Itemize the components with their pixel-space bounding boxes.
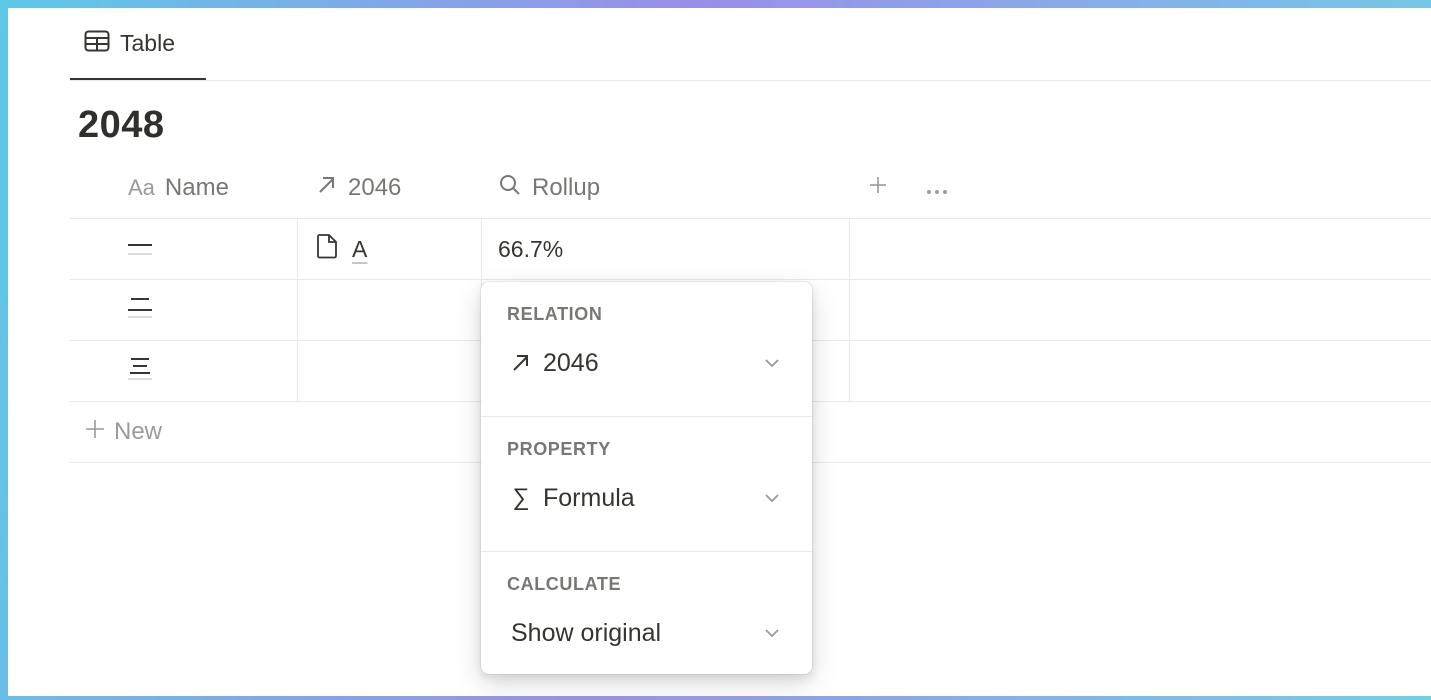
table-row[interactable]: A 66.7% — [70, 219, 1431, 280]
text-type-icon: Aa — [128, 175, 155, 200]
section-label: PROPERTY — [507, 439, 611, 459]
add-property-button[interactable] — [868, 158, 888, 218]
relation-select-value: 2046 — [543, 348, 599, 377]
database-title[interactable]: 2048 — [78, 104, 165, 147]
relation-cell[interactable]: A — [316, 219, 367, 279]
three-lines-icon — [128, 356, 154, 386]
column-header-label: 2046 — [348, 174, 402, 201]
arrow-up-right-icon — [499, 352, 543, 374]
table-icon — [84, 30, 110, 57]
chevron-down-icon — [764, 490, 780, 508]
section-label: CALCULATE — [507, 574, 622, 594]
view-tab-bar: Table — [70, 8, 1431, 81]
property-section: PROPERTY ∑ Formula — [481, 416, 812, 551]
arrow-up-right-icon — [316, 174, 338, 203]
column-divider — [849, 341, 850, 401]
column-header-label: Rollup — [532, 174, 601, 201]
column-header-rollup[interactable]: Rollup — [498, 158, 600, 218]
column-divider — [849, 280, 850, 340]
column-divider — [297, 341, 298, 401]
tab-label: Table — [120, 29, 175, 56]
plus-icon — [868, 174, 888, 202]
related-page-link[interactable]: A — [352, 236, 367, 263]
one-line-icon — [128, 236, 154, 263]
search-icon — [498, 173, 522, 204]
column-header-relation[interactable]: 2046 — [316, 158, 401, 218]
tab-table[interactable]: Table — [70, 8, 206, 80]
column-divider — [849, 219, 850, 279]
page-icon — [316, 233, 338, 265]
relation-section: RELATION 2046 — [481, 282, 812, 416]
sigma-icon: ∑ — [512, 484, 530, 511]
table-header: Aa Name 2046 Rollup — [70, 158, 1431, 219]
column-divider — [297, 219, 298, 279]
rollup-cell[interactable]: 66.7% — [498, 219, 563, 279]
new-row-label: New — [114, 418, 163, 445]
calculate-select-value: Show original — [511, 618, 662, 647]
two-lines-icon — [128, 295, 154, 325]
column-divider — [481, 219, 482, 279]
calculate-section: CALCULATE Show original — [481, 551, 812, 686]
rollup-config-popup: RELATION 2046 PROPERTY ∑ Formula CALCULA… — [481, 282, 812, 674]
name-cell[interactable] — [128, 280, 298, 340]
name-cell[interactable] — [128, 341, 298, 401]
column-divider — [297, 280, 298, 340]
more-icon — [926, 174, 948, 202]
column-header-label: Name — [164, 174, 229, 201]
property-select-value: Formula — [543, 483, 635, 512]
section-label: RELATION — [507, 304, 603, 324]
column-header-name[interactable]: Aa Name — [128, 158, 229, 218]
database-view: Table 2048 Aa Name 2046 Rollup A 66.7% N… — [8, 8, 1431, 696]
more-options-button[interactable] — [926, 158, 948, 218]
chevron-down-icon — [764, 625, 780, 643]
property-select[interactable]: ∑ Formula — [499, 472, 794, 524]
plus-icon — [84, 418, 106, 447]
name-cell[interactable] — [128, 219, 298, 279]
relation-select[interactable]: 2046 — [499, 337, 794, 389]
calculate-select[interactable]: Show original — [499, 607, 794, 659]
chevron-down-icon — [764, 355, 780, 373]
